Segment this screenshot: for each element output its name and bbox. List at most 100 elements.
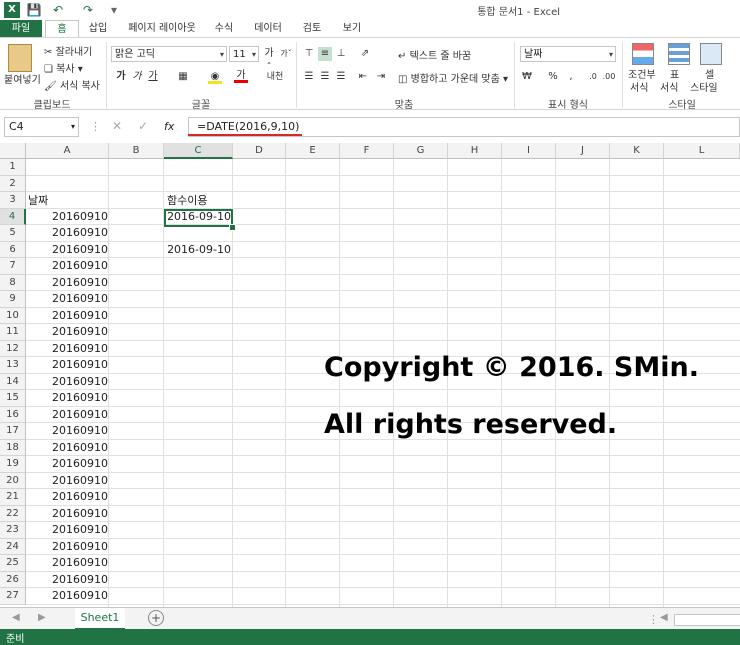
orientation-icon[interactable]: ⇗ bbox=[358, 47, 372, 61]
tab-review[interactable]: 검토 bbox=[296, 20, 328, 38]
cell-A25[interactable]: 20160910 bbox=[26, 555, 108, 571]
font-name-select[interactable]: 맑은 고딕 ▾ bbox=[111, 46, 227, 62]
row-header[interactable]: 26 bbox=[0, 571, 26, 588]
increase-decimal-icon[interactable]: .0 bbox=[586, 70, 600, 84]
cell-A26[interactable]: 20160910 bbox=[26, 572, 108, 588]
conditional-formatting-icon[interactable] bbox=[632, 43, 654, 65]
cell-A17[interactable]: 20160910 bbox=[26, 423, 108, 439]
cell-A3[interactable]: 날짜 bbox=[28, 193, 48, 209]
phonetic-button[interactable]: 내천 bbox=[266, 70, 284, 84]
align-top-icon[interactable]: ⊤ bbox=[302, 47, 316, 61]
row-header[interactable]: 4 bbox=[0, 208, 26, 225]
row-header[interactable]: 8 bbox=[0, 274, 26, 291]
column-header[interactable]: E bbox=[286, 143, 340, 159]
number-format-select[interactable]: 날짜 ▾ bbox=[520, 46, 616, 62]
row-header[interactable]: 21 bbox=[0, 489, 26, 506]
row-header[interactable]: 1 bbox=[0, 159, 26, 176]
cell-A27[interactable]: 20160910 bbox=[26, 588, 108, 604]
scroll-right-icon[interactable]: ▶ bbox=[38, 612, 46, 623]
sheet-tab-sheet1[interactable]: Sheet1 bbox=[75, 608, 125, 630]
row-header[interactable]: 22 bbox=[0, 505, 26, 522]
row-header[interactable]: 13 bbox=[0, 357, 26, 374]
enter-icon[interactable]: ✓ bbox=[138, 119, 148, 133]
bold-button[interactable]: 가 bbox=[114, 70, 128, 84]
comma-style-icon[interactable]: , bbox=[564, 70, 578, 84]
row-header[interactable]: 3 bbox=[0, 192, 26, 209]
cell-A13[interactable]: 20160910 bbox=[26, 357, 108, 373]
decrease-indent-icon[interactable]: ⇤ bbox=[356, 70, 370, 84]
horizontal-scrollbar[interactable] bbox=[674, 614, 740, 626]
worksheet-grid[interactable]: ABCDEFGHIJKL 1 2 3 4 5 6 7 8 9 10 11 12 13 14 15 16 17 18… bbox=[0, 143, 740, 607]
insert-function-button[interactable]: fx bbox=[164, 120, 174, 133]
column-header[interactable]: D bbox=[233, 143, 286, 159]
cut-button[interactable]: ✂ 잘라내기 bbox=[44, 43, 92, 58]
cell-A12[interactable]: 20160910 bbox=[26, 341, 108, 357]
column-header[interactable]: I bbox=[502, 143, 556, 159]
tab-insert[interactable]: 삽입 bbox=[82, 20, 114, 38]
row-header[interactable]: 25 bbox=[0, 555, 26, 572]
column-header[interactable]: C bbox=[164, 143, 233, 159]
column-header[interactable]: K bbox=[610, 143, 664, 159]
cell-A4[interactable]: 20160910 bbox=[26, 209, 108, 225]
cell-A9[interactable]: 20160910 bbox=[26, 291, 108, 307]
currency-icon[interactable]: ₩ bbox=[520, 70, 534, 84]
copy-button[interactable]: ❏ 복사 ▾ bbox=[44, 60, 83, 75]
row-header[interactable]: 27 bbox=[0, 588, 26, 605]
row-header[interactable]: 16 bbox=[0, 406, 26, 423]
scroll-left-icon[interactable]: ◀ bbox=[12, 612, 20, 623]
wrap-text-button[interactable]: ↵ 텍스트 줄 바꿈 bbox=[398, 47, 471, 62]
tab-file[interactable]: 파일 bbox=[0, 20, 42, 38]
column-header[interactable]: J bbox=[556, 143, 610, 159]
select-all-button[interactable] bbox=[0, 143, 26, 159]
row-header[interactable]: 10 bbox=[0, 307, 26, 324]
align-right-icon[interactable]: ☰ bbox=[334, 70, 348, 84]
row-header[interactable]: 24 bbox=[0, 538, 26, 555]
underline-button[interactable]: 가 bbox=[146, 70, 160, 84]
hscroll-left-icon[interactable]: ◀ bbox=[660, 612, 668, 623]
merge-center-button[interactable]: ◫ 병합하고 가운데 맞춤 ▾ bbox=[398, 70, 508, 85]
column-header[interactable]: A bbox=[26, 143, 109, 159]
percent-button[interactable]: % bbox=[546, 70, 560, 84]
cell-A14[interactable]: 20160910 bbox=[26, 374, 108, 390]
column-header[interactable]: B bbox=[109, 143, 164, 159]
align-middle-icon[interactable]: ≡ bbox=[318, 47, 332, 61]
format-as-table-icon[interactable] bbox=[668, 43, 690, 65]
row-header[interactable]: 18 bbox=[0, 439, 26, 456]
row-header[interactable]: 12 bbox=[0, 340, 26, 357]
row-header[interactable]: 5 bbox=[0, 225, 26, 242]
add-sheet-icon[interactable]: + bbox=[148, 610, 164, 626]
cell-A7[interactable]: 20160910 bbox=[26, 258, 108, 274]
cancel-icon[interactable]: ✕ bbox=[112, 119, 122, 133]
column-header[interactable]: F bbox=[340, 143, 394, 159]
cell-A11[interactable]: 20160910 bbox=[26, 324, 108, 340]
cell-A24[interactable]: 20160910 bbox=[26, 539, 108, 555]
row-header[interactable]: 11 bbox=[0, 324, 26, 341]
borders-icon[interactable]: ▦ bbox=[176, 70, 190, 84]
name-box[interactable]: C4 ▾ bbox=[4, 117, 79, 137]
cell-C6[interactable]: 2016-09-10 bbox=[164, 242, 231, 258]
align-left-icon[interactable]: ☰ bbox=[302, 70, 316, 84]
cell-A18[interactable]: 20160910 bbox=[26, 440, 108, 456]
fill-color-icon[interactable]: ◉ bbox=[208, 70, 222, 84]
tab-home[interactable]: 홈 bbox=[45, 20, 79, 38]
cell-A22[interactable]: 20160910 bbox=[26, 506, 108, 522]
row-header[interactable]: 2 bbox=[0, 175, 26, 192]
align-bottom-icon[interactable]: ⊥ bbox=[334, 47, 348, 61]
row-header[interactable]: 23 bbox=[0, 522, 26, 539]
row-header[interactable]: 20 bbox=[0, 472, 26, 489]
cell-A6[interactable]: 20160910 bbox=[26, 242, 108, 258]
cell-A20[interactable]: 20160910 bbox=[26, 473, 108, 489]
column-header[interactable]: G bbox=[394, 143, 448, 159]
cell-A21[interactable]: 20160910 bbox=[26, 489, 108, 505]
column-header[interactable]: H bbox=[448, 143, 502, 159]
row-header[interactable]: 19 bbox=[0, 456, 26, 473]
cell-styles-icon[interactable] bbox=[700, 43, 722, 65]
decrease-decimal-icon[interactable]: .00 bbox=[602, 70, 616, 84]
cell-C3[interactable]: 함수이용 bbox=[167, 193, 207, 209]
row-header[interactable]: 7 bbox=[0, 258, 26, 275]
row-header[interactable]: 6 bbox=[0, 241, 26, 258]
column-header[interactable]: L bbox=[664, 143, 740, 159]
cell-A23[interactable]: 20160910 bbox=[26, 522, 108, 538]
shrink-font-icon[interactable]: 가ˇ bbox=[279, 47, 293, 61]
cell-A5[interactable]: 20160910 bbox=[26, 225, 108, 241]
